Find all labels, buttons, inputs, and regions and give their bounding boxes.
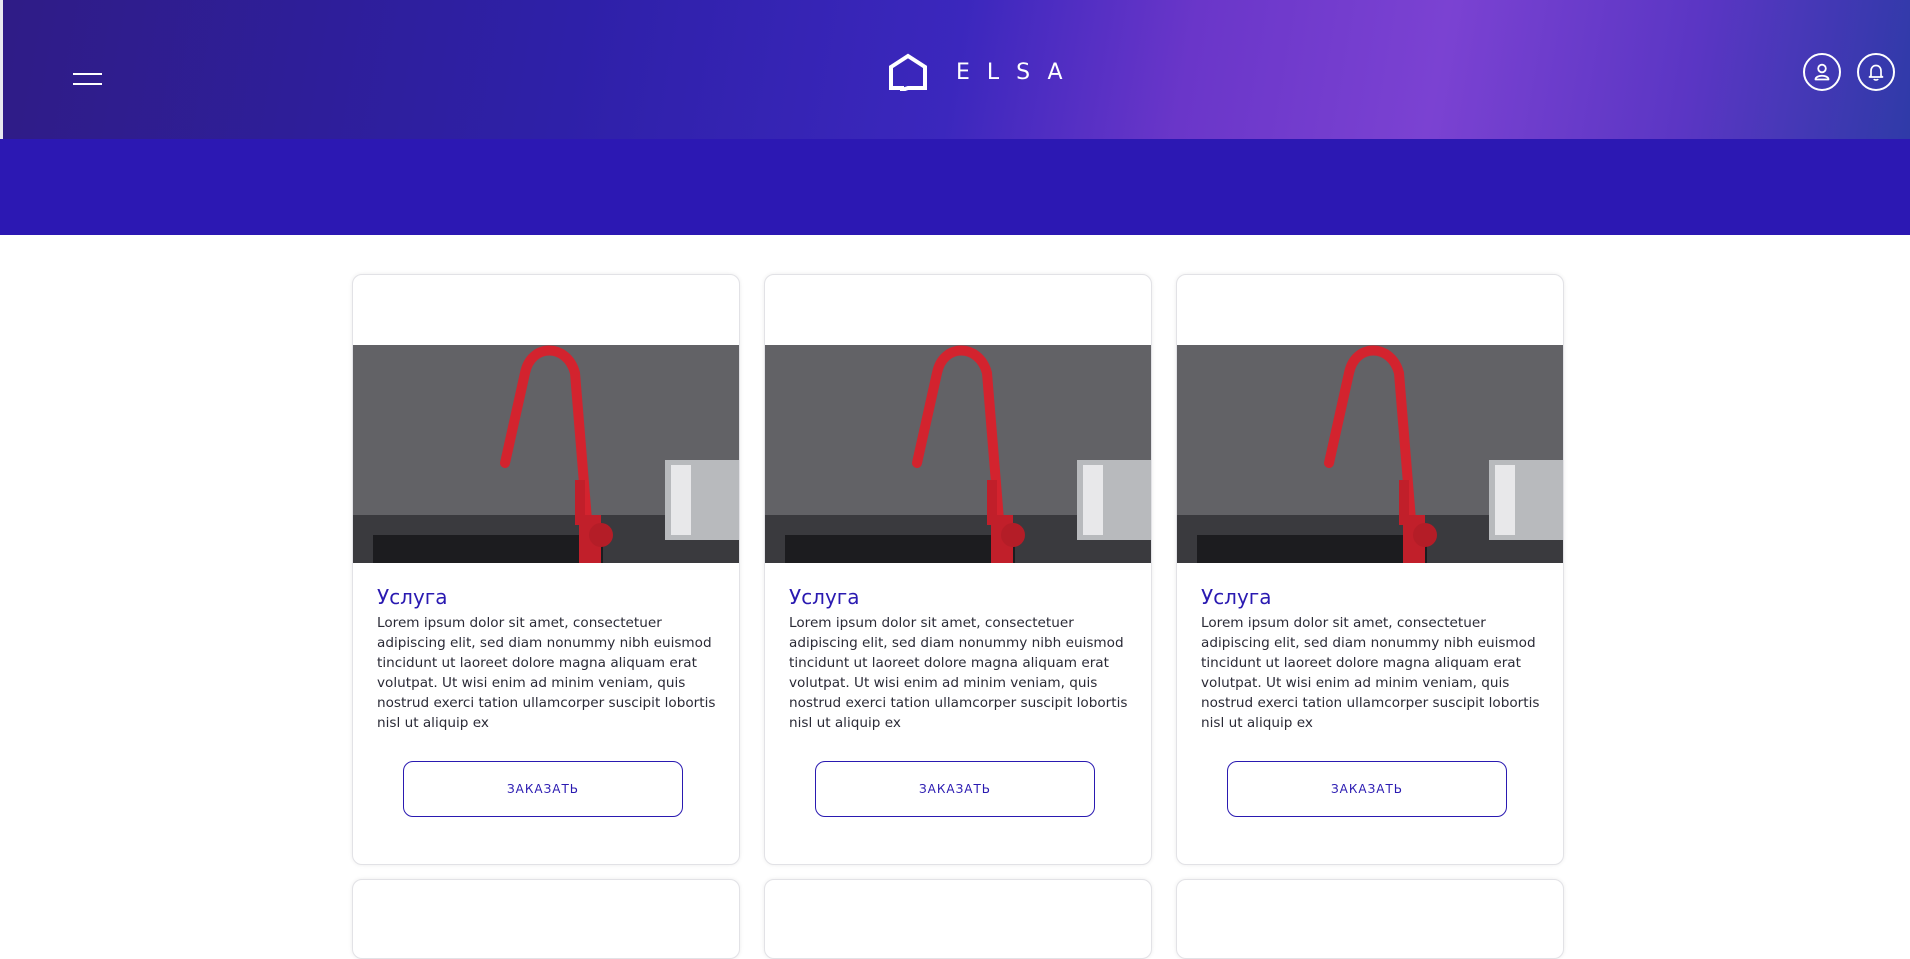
- top-header: ELSA: [0, 0, 1910, 139]
- user-icon: [1814, 63, 1830, 81]
- account-button[interactable]: [1803, 53, 1841, 91]
- hero-band: [0, 139, 1910, 235]
- bell-icon: [1868, 64, 1884, 81]
- order-button[interactable]: ЗАКАЗАТЬ: [1227, 761, 1507, 817]
- service-description: Lorem ipsum dolor sit amet, consectetuer…: [789, 615, 1128, 731]
- hamburger-menu-icon[interactable]: [73, 73, 102, 87]
- order-button[interactable]: ЗАКАЗАТЬ: [403, 761, 683, 817]
- service-card: Услуга Lorem ipsum dolor sit amet, conse…: [764, 274, 1152, 865]
- service-card-partial: [1176, 879, 1564, 959]
- service-image: [353, 345, 739, 563]
- service-title: Услуга: [377, 585, 448, 609]
- order-button[interactable]: ЗАКАЗАТЬ: [815, 761, 1095, 817]
- service-description: Lorem ipsum dolor sit amet, consectetuer…: [377, 615, 716, 731]
- service-title: Услуга: [1201, 585, 1272, 609]
- service-image: [1177, 345, 1563, 563]
- service-card: Услуга Lorem ipsum dolor sit amet, conse…: [352, 274, 740, 865]
- service-card-partial: [764, 879, 1152, 959]
- service-description: Lorem ipsum dolor sit amet, consectetuer…: [1201, 615, 1540, 731]
- brand-logo[interactable]: ELSA: [888, 52, 1080, 92]
- service-card: Услуга Lorem ipsum dolor sit amet, conse…: [1176, 274, 1564, 865]
- service-title: Услуга: [789, 585, 860, 609]
- logo-text: ELSA: [956, 59, 1080, 85]
- service-image: [765, 345, 1151, 563]
- service-card-partial: [352, 879, 740, 959]
- notifications-button[interactable]: [1857, 53, 1895, 91]
- house-logo-icon: [889, 53, 927, 91]
